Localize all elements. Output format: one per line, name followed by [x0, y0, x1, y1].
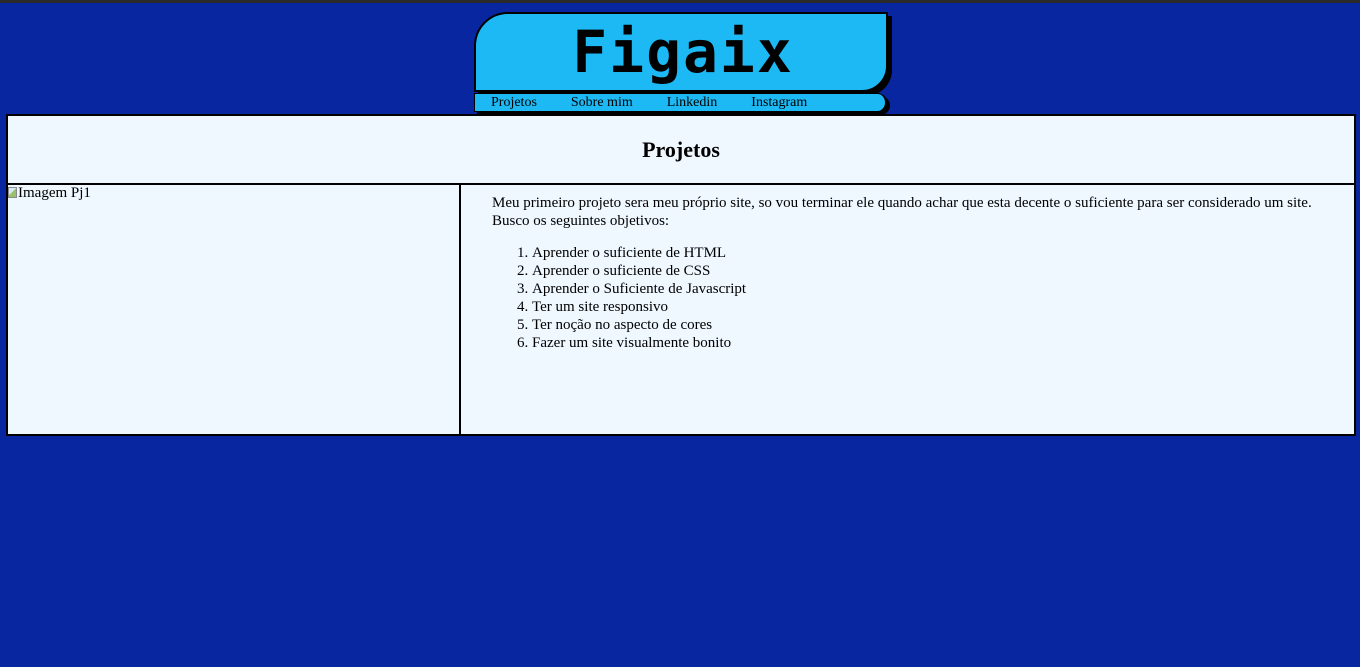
- project-image: Imagem Pj1: [8, 185, 459, 202]
- nav-link-projetos[interactable]: Projetos: [491, 94, 537, 111]
- image-alt-text: Imagem Pj1: [18, 185, 91, 201]
- section-title: Projetos: [642, 136, 720, 162]
- goal-item: Aprender o suficiente de HTML: [532, 244, 1324, 262]
- logo-text: Figaix: [572, 18, 794, 86]
- goal-item: Aprender o suficiente de CSS: [532, 262, 1324, 280]
- goal-item: Fazer um site visualmente bonito: [532, 334, 1324, 352]
- goal-item: Ter um site responsivo: [532, 298, 1324, 316]
- nav-link-instagram[interactable]: Instagram: [751, 94, 807, 111]
- browser-top-edge: [0, 0, 1360, 3]
- broken-image-icon: [8, 187, 17, 198]
- site-logo: Figaix: [474, 12, 888, 92]
- goal-item: Aprender o Suficiente de Javascript: [532, 280, 1324, 298]
- main-nav: Projetos Sobre mim Linkedin Instagram: [474, 93, 887, 112]
- project-image-cell: Imagem Pj1: [8, 185, 461, 434]
- goals-list: Aprender o suficiente de HTML Aprender o…: [492, 244, 1324, 352]
- nav-link-linkedin[interactable]: Linkedin: [667, 94, 718, 111]
- goal-item: Ter noção no aspecto de cores: [532, 316, 1324, 334]
- projects-section: Projetos Imagem Pj1 Meu primeiro projeto…: [6, 114, 1356, 436]
- projects-header: Projetos: [8, 116, 1354, 185]
- project-description-cell: Meu primeiro projeto sera meu próprio si…: [492, 194, 1324, 352]
- nav-link-sobre-mim[interactable]: Sobre mim: [571, 94, 633, 111]
- project-description: Meu primeiro projeto sera meu próprio si…: [492, 195, 1312, 229]
